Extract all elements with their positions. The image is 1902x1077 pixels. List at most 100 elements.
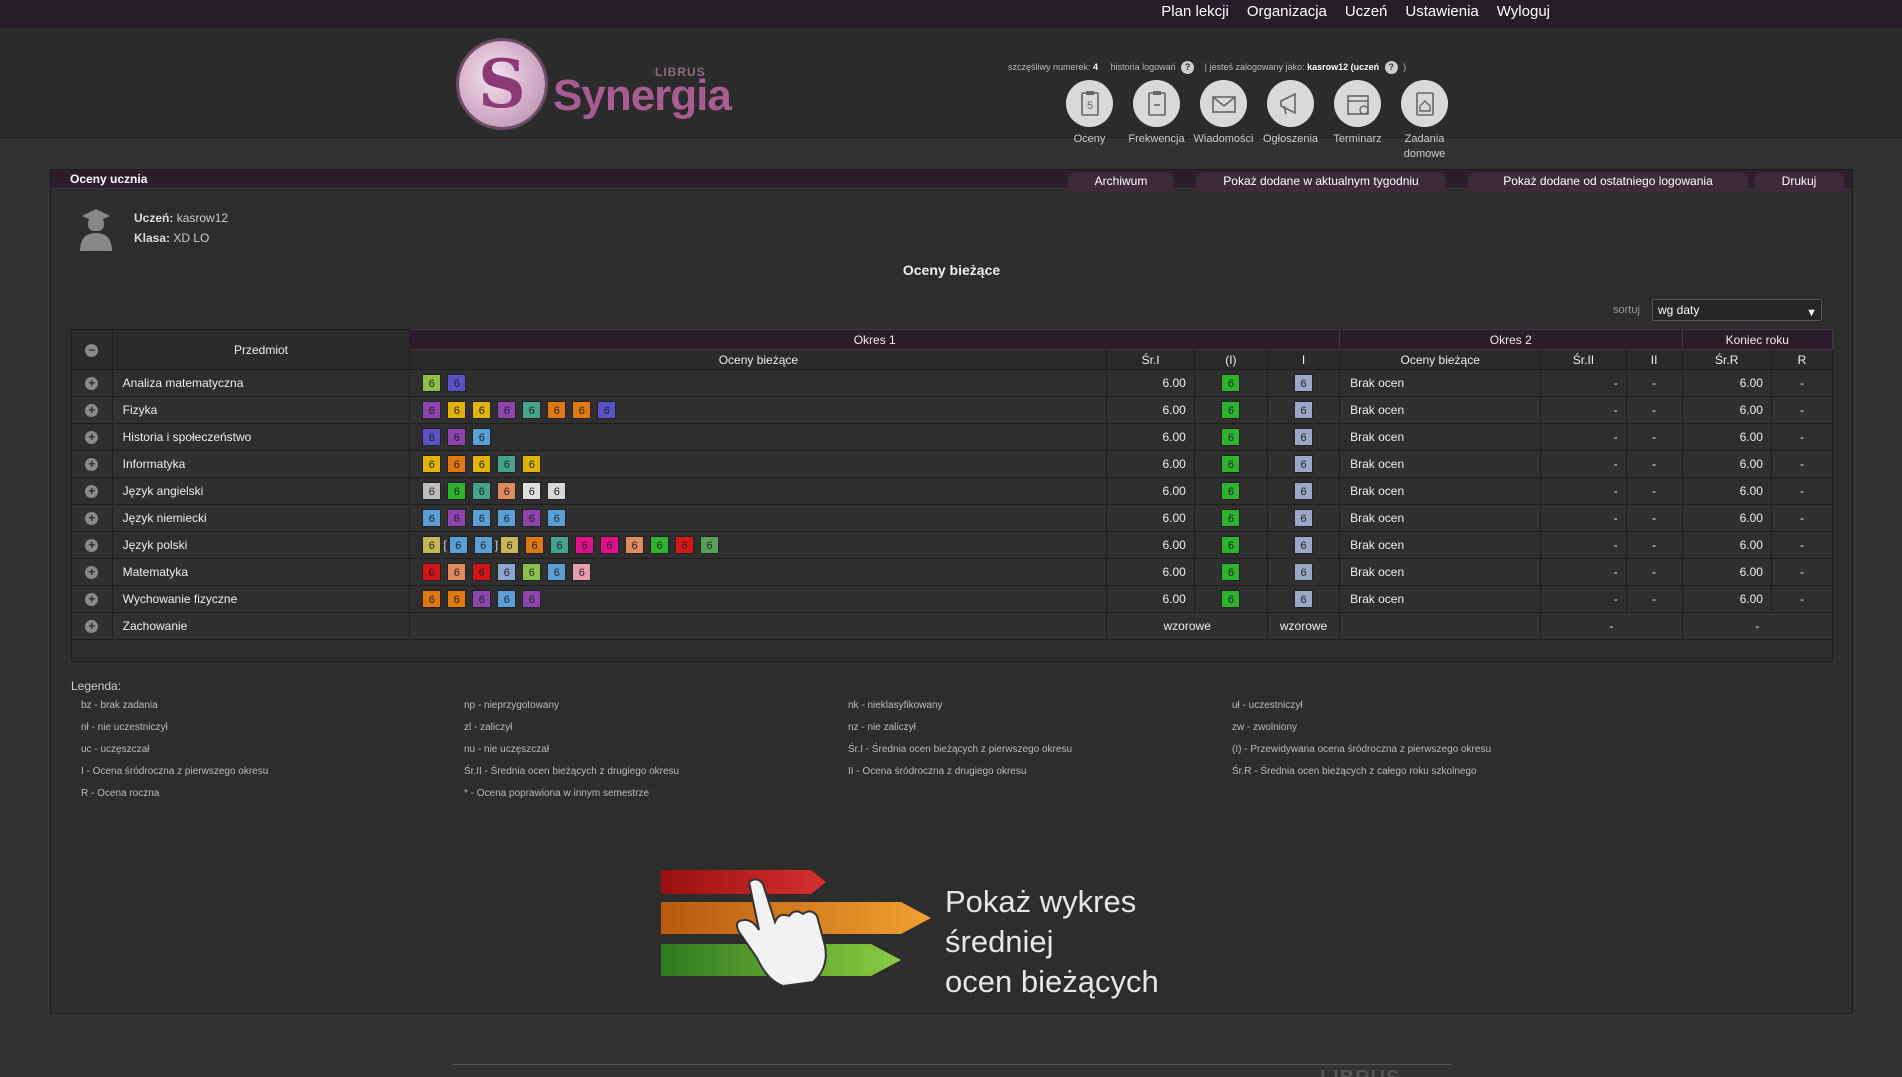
grade-badge[interactable]: 6: [472, 590, 492, 608]
grade-badge[interactable]: 6: [572, 401, 592, 419]
grade-badge[interactable]: 6: [497, 455, 517, 473]
help-icon[interactable]: ?: [1384, 61, 1398, 74]
predicted-grade[interactable]: 6: [1221, 374, 1241, 392]
predicted-grade[interactable]: 6: [1221, 428, 1241, 446]
expand-icon[interactable]: +: [85, 566, 99, 579]
grade-badge[interactable]: 6: [497, 590, 517, 608]
expand-icon[interactable]: +: [85, 431, 99, 444]
expand-icon[interactable]: +: [85, 539, 99, 552]
expand-icon[interactable]: +: [85, 458, 99, 471]
grade-badge[interactable]: 6: [422, 374, 442, 392]
synergia-logo[interactable]: S Synergia LIBRUS: [459, 41, 732, 131]
grade-badge[interactable]: 6: [625, 536, 645, 554]
grade-badge[interactable]: 6: [447, 455, 467, 473]
grade-badge[interactable]: 6: [522, 509, 542, 527]
collapse-all-icon[interactable]: −: [85, 343, 99, 357]
grade-badge[interactable]: 6: [447, 374, 467, 392]
nav-link-1[interactable]: Organizacja: [1247, 3, 1327, 20]
tab-print[interactable]: Drukuj: [1754, 172, 1844, 192]
grade-badge[interactable]: 6: [547, 482, 567, 500]
grade-badge[interactable]: 6: [422, 455, 442, 473]
midterm-grade[interactable]: 6: [1294, 563, 1314, 581]
expand-icon[interactable]: +: [85, 620, 99, 633]
midterm-grade[interactable]: 6: [1294, 428, 1314, 446]
predicted-grade[interactable]: 6: [1221, 482, 1241, 500]
grade-badge[interactable]: 6: [522, 401, 542, 419]
grade-badge[interactable]: 6: [522, 563, 542, 581]
grade-badge[interactable]: 6: [547, 563, 567, 581]
predicted-grade[interactable]: 6: [1221, 509, 1241, 527]
grade-badge[interactable]: 6: [497, 401, 517, 419]
grade-badge[interactable]: 6: [522, 482, 542, 500]
grade-badge[interactable]: 6: [572, 563, 592, 581]
expand-icon[interactable]: +: [85, 593, 99, 606]
grade-badge[interactable]: 6: [650, 536, 670, 554]
midterm-grade[interactable]: 6: [1294, 401, 1314, 419]
module-button-1[interactable]: Frekwencja: [1123, 80, 1190, 162]
expand-icon[interactable]: +: [85, 512, 99, 525]
grade-badge[interactable]: 6: [447, 401, 467, 419]
expand-icon[interactable]: +: [85, 377, 99, 390]
grade-badge[interactable]: 6: [700, 536, 720, 554]
sort-select[interactable]: wg daty ▼: [1652, 299, 1822, 321]
grade-badge[interactable]: 6: [472, 455, 492, 473]
midterm-grade[interactable]: 6: [1294, 590, 1314, 608]
tab-archiwum[interactable]: Archiwum: [1068, 172, 1174, 192]
tab-current-week[interactable]: Pokaż dodane w aktualnym tygodniu: [1196, 172, 1446, 192]
grade-badge[interactable]: 6: [447, 590, 467, 608]
predicted-grade[interactable]: 6: [1221, 536, 1241, 554]
module-button-3[interactable]: Ogłoszenia: [1257, 80, 1324, 162]
nav-link-2[interactable]: Uczeń: [1345, 3, 1388, 20]
grade-badge[interactable]: 6: [448, 536, 468, 554]
midterm-grade[interactable]: 6: [1294, 374, 1314, 392]
midterm-grade[interactable]: 6: [1294, 455, 1314, 473]
grade-badge[interactable]: 6: [422, 401, 442, 419]
nav-link-4[interactable]: Wyloguj: [1497, 3, 1550, 20]
login-history-link[interactable]: historia logowań: [1111, 62, 1176, 72]
predicted-grade[interactable]: 6: [1221, 401, 1241, 419]
grade-badge[interactable]: 6: [522, 455, 542, 473]
grade-badge[interactable]: 6: [497, 563, 517, 581]
grade-badge[interactable]: 6: [472, 428, 492, 446]
average-chart-promo[interactable]: Pokaż wykres średniej ocen bieżących: [661, 862, 1241, 999]
grade-badge[interactable]: 6: [447, 482, 467, 500]
midterm-grade[interactable]: 6: [1294, 509, 1314, 527]
grade-badge[interactable]: 6: [575, 536, 595, 554]
grade-badge[interactable]: 6: [422, 536, 442, 554]
grade-badge[interactable]: 6: [525, 536, 545, 554]
midterm-grade[interactable]: 6: [1294, 482, 1314, 500]
predicted-grade[interactable]: 6: [1221, 563, 1241, 581]
grade-badge[interactable]: 6: [473, 536, 493, 554]
expand-icon[interactable]: +: [85, 485, 99, 498]
grade-badge[interactable]: 6: [547, 509, 567, 527]
grade-badge[interactable]: 6: [497, 482, 517, 500]
nav-link-0[interactable]: Plan lekcji: [1161, 3, 1229, 20]
grade-badge[interactable]: 6: [472, 482, 492, 500]
grade-badge[interactable]: 6: [522, 590, 542, 608]
help-icon[interactable]: ?: [1181, 61, 1195, 74]
module-button-2[interactable]: Wiadomości: [1190, 80, 1257, 162]
grade-badge[interactable]: 6: [675, 536, 695, 554]
predicted-grade[interactable]: 6: [1221, 590, 1241, 608]
expand-icon[interactable]: +: [85, 404, 99, 417]
grade-badge[interactable]: 6: [422, 590, 442, 608]
module-button-5[interactable]: Zadania domowe: [1391, 80, 1458, 162]
grade-badge[interactable]: 6: [422, 428, 442, 446]
nav-link-3[interactable]: Ustawienia: [1405, 3, 1478, 20]
grade-badge[interactable]: 6: [447, 563, 467, 581]
grade-badge[interactable]: 6: [422, 482, 442, 500]
module-button-0[interactable]: 5 Oceny: [1056, 80, 1123, 162]
grade-badge[interactable]: 6: [472, 401, 492, 419]
midterm-grade[interactable]: 6: [1294, 536, 1314, 554]
grade-badge[interactable]: 6: [472, 563, 492, 581]
grade-badge[interactable]: 6: [600, 536, 620, 554]
grade-badge[interactable]: 6: [500, 536, 520, 554]
grade-badge[interactable]: 6: [447, 509, 467, 527]
grade-badge[interactable]: 6: [422, 509, 442, 527]
tab-since-last-login[interactable]: Pokaż dodane od ostatniego logowania: [1468, 172, 1748, 192]
grade-badge[interactable]: 6: [497, 509, 517, 527]
predicted-grade[interactable]: 6: [1221, 455, 1241, 473]
grade-badge[interactable]: 6: [472, 509, 492, 527]
module-button-4[interactable]: Terminarz: [1324, 80, 1391, 162]
grade-badge[interactable]: 6: [422, 563, 442, 581]
